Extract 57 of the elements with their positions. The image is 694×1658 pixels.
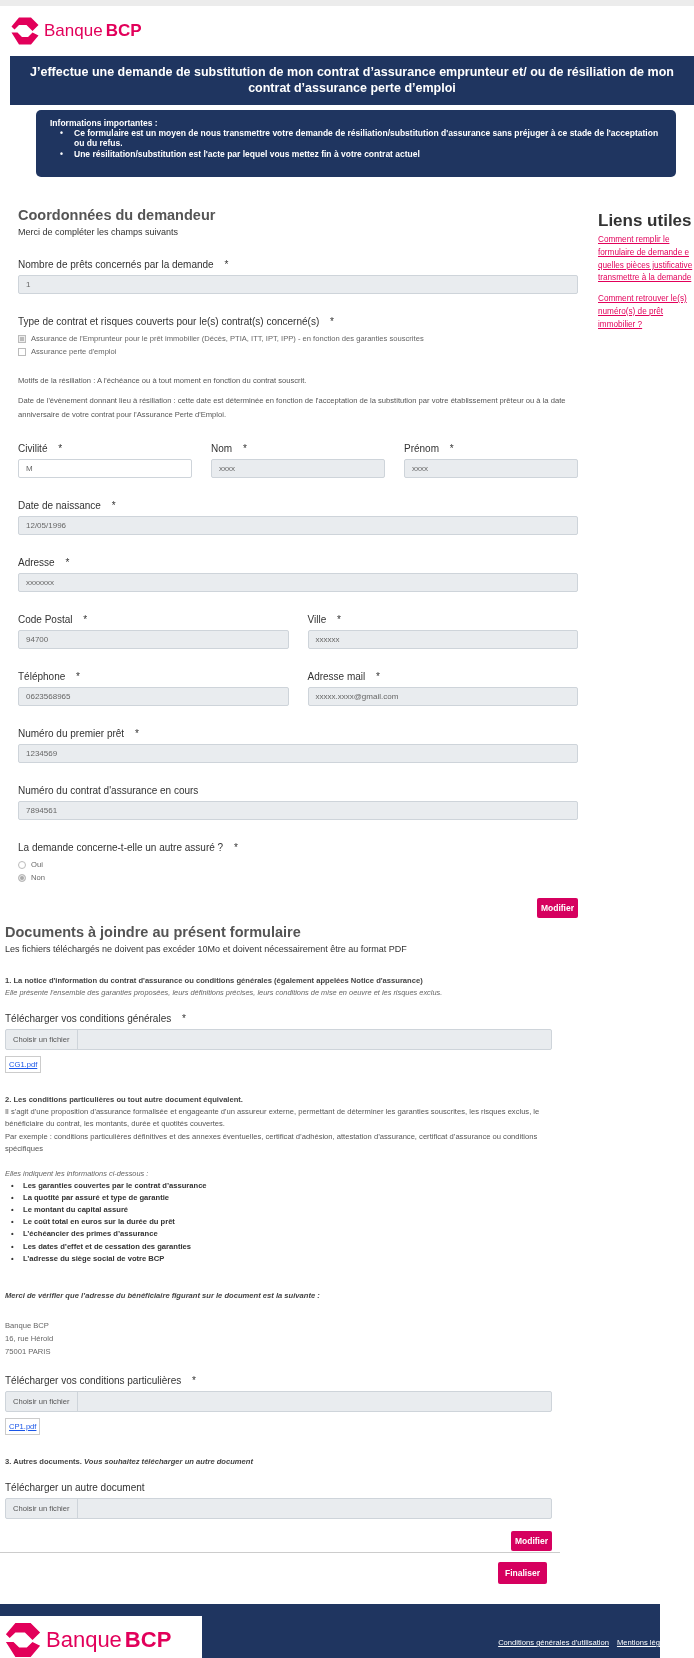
modify-button[interactable]: Modifier <box>510 1530 552 1551</box>
logo-icon <box>10 16 40 46</box>
field-label: Code Postal <box>18 614 73 626</box>
required-mark: * <box>111 500 116 512</box>
checkbox[interactable] <box>18 347 26 356</box>
help-link[interactable]: Comment retrouver le(s) numéro(s) de prêt immobilier ? <box>598 293 693 332</box>
radio-button[interactable] <box>18 860 26 869</box>
field-label: Nombre de prêts concernés par la demande <box>18 259 214 271</box>
page-title: J’effectue une demande de substitution de mon contrat d’assurance emprunteur et/ ou de résiliation de mon contrat d’assurance perte d’emploi <box>10 56 694 105</box>
required-mark: * <box>330 316 334 328</box>
required-mark: * <box>76 671 80 683</box>
field-label: Télécharger vos conditions générales <box>5 1013 172 1025</box>
required-mark: * <box>242 443 247 455</box>
field-label: Téléphone <box>18 671 66 683</box>
field-label: Date de naissance <box>18 500 101 512</box>
help-link[interactable]: Comment remplir le formulaire de demande e quelles pièces justificative transmettre à la demande <box>598 234 693 286</box>
info-title: Informations importantes : <box>50 117 159 128</box>
field-label: Adresse <box>18 557 55 569</box>
input-field[interactable]: M <box>18 459 192 479</box>
bullet: • <box>60 127 64 140</box>
section-subtitle: Les fichiers téléchargés ne doivent pas excéder 10Mo et doivent nécessairement être au format PDF <box>5 944 408 955</box>
radio-button[interactable] <box>18 873 26 882</box>
required-mark: * <box>224 259 229 271</box>
bank-logo: Banque BCP <box>10 16 142 46</box>
required-mark: * <box>337 614 341 626</box>
modify-button[interactable]: Modifier <box>536 898 578 919</box>
required-mark: * <box>58 443 63 455</box>
bank-logo: Banque BCP <box>4 1621 172 1658</box>
field-label: Type de contrat et risques couverts pour le(s) contrat(s) concerné(s) <box>18 316 320 328</box>
required-mark: * <box>449 443 454 455</box>
bullet: • <box>60 148 64 160</box>
sidebar-title: Liens utiles <box>598 211 693 232</box>
field-label: La demande concerne-t-elle un autre assuré ? <box>18 842 224 854</box>
finalize-button[interactable]: Finaliser <box>498 1561 547 1584</box>
field-label: Civilité <box>18 443 48 455</box>
section-subtitle: Merci de compléter les champs suivants <box>18 227 180 238</box>
logo-icon <box>4 1621 42 1658</box>
info-item: Une résilitation/substitution est l'acte par lequel vous mettez fin à votre contrat actuel <box>74 148 420 160</box>
required-mark: * <box>192 1374 196 1386</box>
required-mark: * <box>65 557 70 569</box>
required-mark: * <box>83 614 88 626</box>
field-label: Ville <box>307 614 327 626</box>
field-label: Télécharger vos conditions particulières <box>5 1374 182 1386</box>
field-label: Numéro du contrat d'assurance en cours <box>18 785 199 797</box>
required-mark: * <box>376 671 380 683</box>
section-title: Documents à joindre au présent formulaire <box>5 924 302 941</box>
required-mark: * <box>134 728 139 740</box>
field-label: Numéro du premier prêt <box>18 728 125 740</box>
section-title: Coordonnées du demandeur <box>18 207 217 224</box>
required-mark: * <box>182 1013 186 1025</box>
field-label: Nom <box>211 443 233 455</box>
field-label: Télécharger un autre document <box>5 1481 145 1493</box>
checkbox[interactable] <box>18 334 26 343</box>
required-mark: * <box>233 842 238 854</box>
info-item: Ce formulaire est un moyen de nous transmettre votre demande de résiliation/substitution d'assurance sans préjuger à ce stade de l'acceptation ou du refus. <box>74 127 660 149</box>
field-label: Prénom <box>404 443 439 455</box>
field-label: Adresse mail <box>307 671 366 683</box>
